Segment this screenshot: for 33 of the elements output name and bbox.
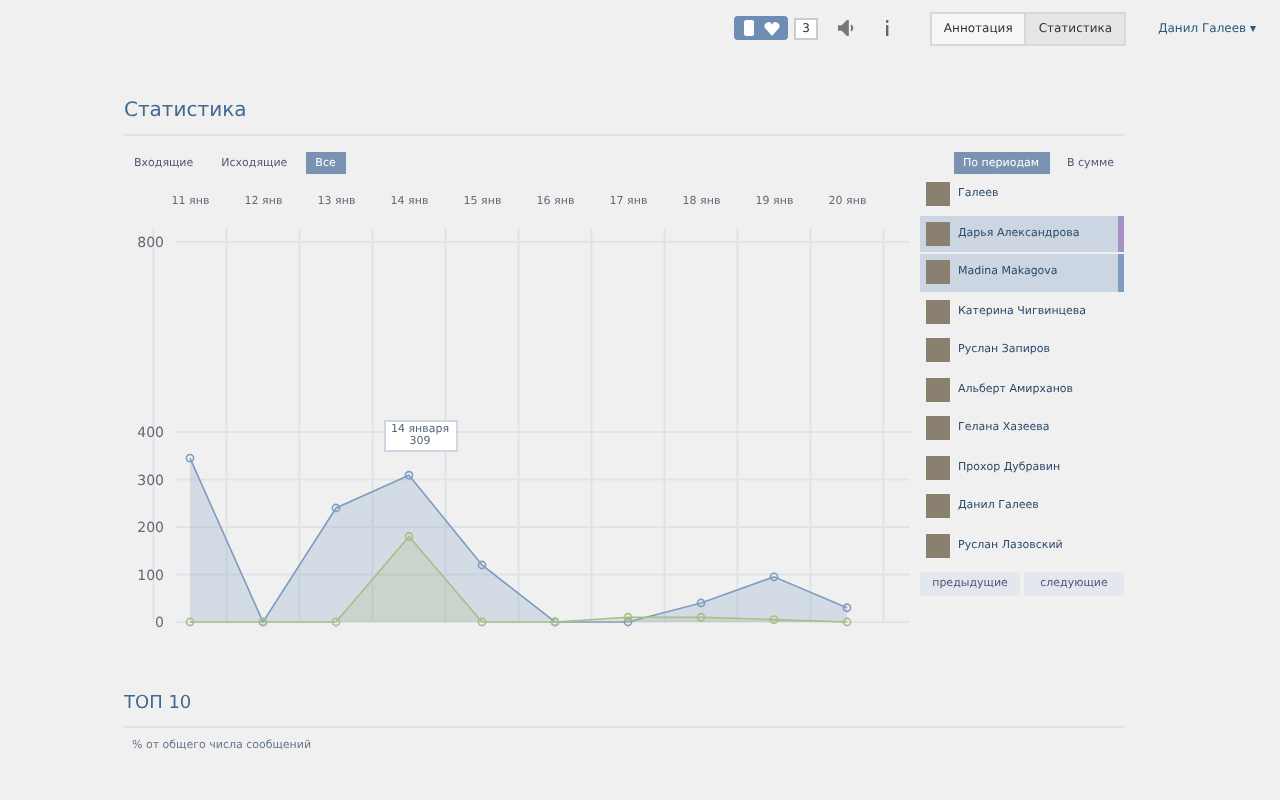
section-title: ТОП 10	[124, 638, 1124, 728]
avatar-photo-placeholder	[926, 455, 950, 480]
point	[623, 617, 633, 627]
page-title: Статистика	[124, 56, 1124, 136]
point	[404, 532, 414, 541]
avatar-photo-placeholder	[926, 338, 950, 363]
point	[842, 617, 852, 627]
avatar-photo-placeholder	[926, 494, 950, 519]
avatar-photo-placeholder	[926, 182, 950, 207]
point	[769, 615, 779, 625]
speaker-icon[interactable]	[837, 20, 856, 36]
avatar-photo-placeholder	[926, 299, 950, 324]
point	[477, 560, 487, 570]
messages-button[interactable]	[734, 16, 789, 40]
point	[185, 617, 195, 627]
point	[696, 612, 706, 622]
avatar-photo-placeholder	[926, 377, 950, 402]
point	[331, 503, 341, 513]
avatar-photo-placeholder	[926, 260, 950, 285]
avatar-photo-placeholder	[926, 221, 950, 246]
avatar-photo-placeholder	[926, 533, 950, 558]
avatar-photo-placeholder	[926, 416, 950, 441]
point	[842, 603, 852, 613]
point	[696, 598, 706, 608]
point	[331, 617, 341, 627]
point	[185, 453, 195, 463]
phone-icon	[742, 20, 757, 36]
point	[404, 470, 414, 480]
point	[477, 617, 487, 627]
point	[623, 612, 633, 622]
info-icon[interactable]	[883, 20, 890, 36]
point	[769, 572, 779, 582]
heart-icon	[764, 21, 781, 35]
